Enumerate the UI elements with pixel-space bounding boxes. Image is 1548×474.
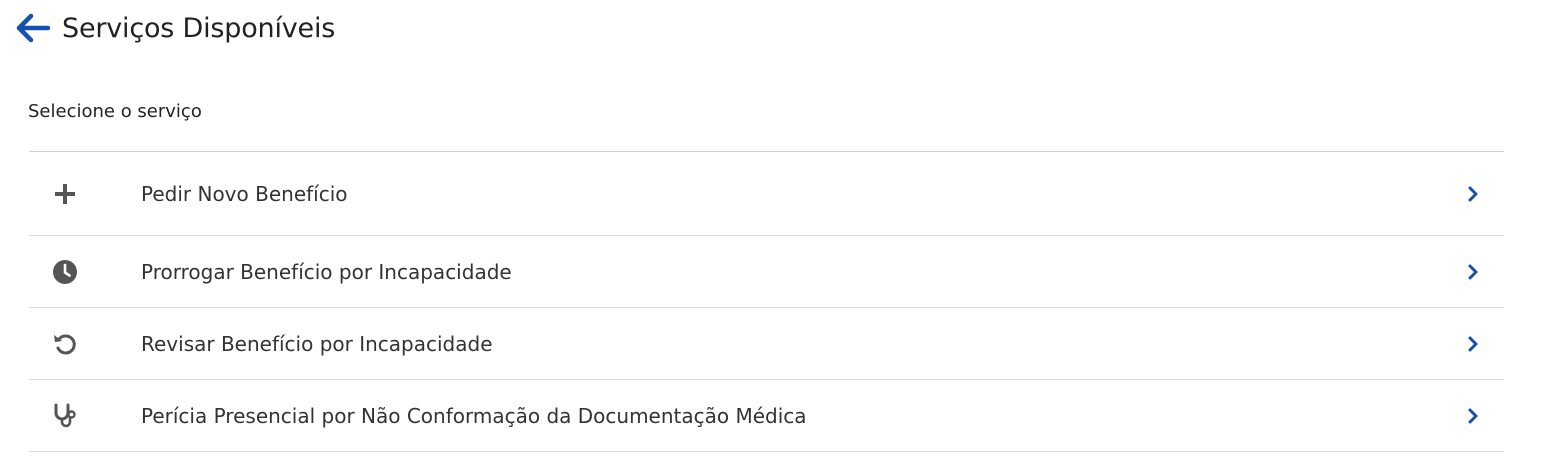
- chevron-right-icon[interactable]: [1466, 263, 1480, 281]
- undo-icon: [51, 330, 79, 358]
- service-item-pedir-novo-beneficio[interactable]: Pedir Novo Benefício: [29, 152, 1504, 236]
- service-label: Prorrogar Benefício por Incapacidade: [141, 259, 512, 284]
- stethoscope-icon: [51, 402, 79, 430]
- page-header: Serviços Disponíveis: [14, 6, 335, 50]
- service-list: Pedir Novo Benefício Prorrogar Benefício…: [29, 151, 1504, 452]
- page-title: Serviços Disponíveis: [62, 12, 336, 44]
- section-label: Selecione o serviço: [28, 101, 202, 122]
- back-button[interactable]: [14, 9, 52, 47]
- clock-icon: [51, 258, 79, 286]
- service-item-prorrogar-beneficio[interactable]: Prorrogar Benefício por Incapacidade: [29, 236, 1504, 308]
- service-label: Perícia Presencial por Não Conformação d…: [141, 403, 807, 428]
- chevron-right-icon[interactable]: [1466, 185, 1480, 203]
- chevron-right-icon[interactable]: [1466, 335, 1480, 353]
- service-label: Revisar Benefício por Incapacidade: [141, 331, 493, 356]
- chevron-right-icon[interactable]: [1466, 407, 1480, 425]
- arrow-left-icon: [16, 13, 51, 43]
- service-item-pericia-presencial[interactable]: Perícia Presencial por Não Conformação d…: [29, 380, 1504, 452]
- service-item-revisar-beneficio[interactable]: Revisar Benefício por Incapacidade: [29, 308, 1504, 380]
- plus-icon: [51, 180, 79, 208]
- service-label: Pedir Novo Benefício: [141, 181, 348, 206]
